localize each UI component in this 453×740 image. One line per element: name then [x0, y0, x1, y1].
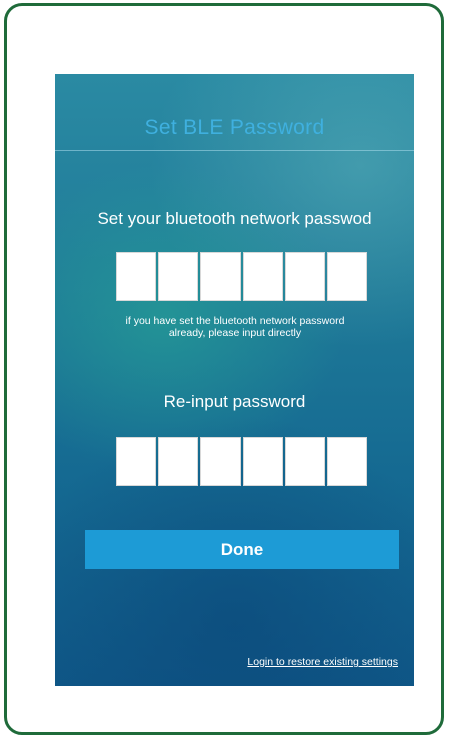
reinput-digit-6[interactable]: [326, 437, 368, 486]
reinput-digit-2[interactable]: [158, 437, 199, 486]
restore-settings-link[interactable]: Login to restore existing settings: [247, 656, 398, 668]
reinput-digit-1[interactable]: [116, 437, 157, 486]
reinput-digit-3[interactable]: [200, 437, 241, 486]
password-hint-line-1: if you have set the bluetooth network pa…: [125, 315, 345, 327]
reinput-password-heading: Re-input password: [163, 392, 306, 411]
reinput-digit-4[interactable]: [242, 437, 283, 486]
password-digit-1[interactable]: [116, 252, 157, 301]
password-digit-2[interactable]: [158, 252, 199, 301]
password-hint-line-2: already, please input directly: [168, 327, 302, 339]
password-hint: if you have set the bluetooth network pa…: [75, 315, 395, 339]
password-digit-5[interactable]: [284, 252, 325, 301]
title-divider: [55, 150, 414, 151]
password-digit-4[interactable]: [242, 252, 283, 301]
set-password-heading: Set your bluetooth network passwod: [97, 209, 372, 228]
password-digit-3[interactable]: [200, 252, 241, 301]
done-button[interactable]: Done: [85, 530, 399, 569]
reinput-input-row: [116, 437, 368, 486]
outer-frame: Set BLE Password Set your bluetooth netw…: [4, 3, 444, 735]
reinput-digit-5[interactable]: [284, 437, 325, 486]
screen-title: Set BLE Password: [144, 116, 325, 139]
phone-screen: Set BLE Password Set your bluetooth netw…: [55, 74, 414, 686]
password-digit-6[interactable]: [326, 252, 368, 301]
password-input-row: [116, 252, 368, 301]
